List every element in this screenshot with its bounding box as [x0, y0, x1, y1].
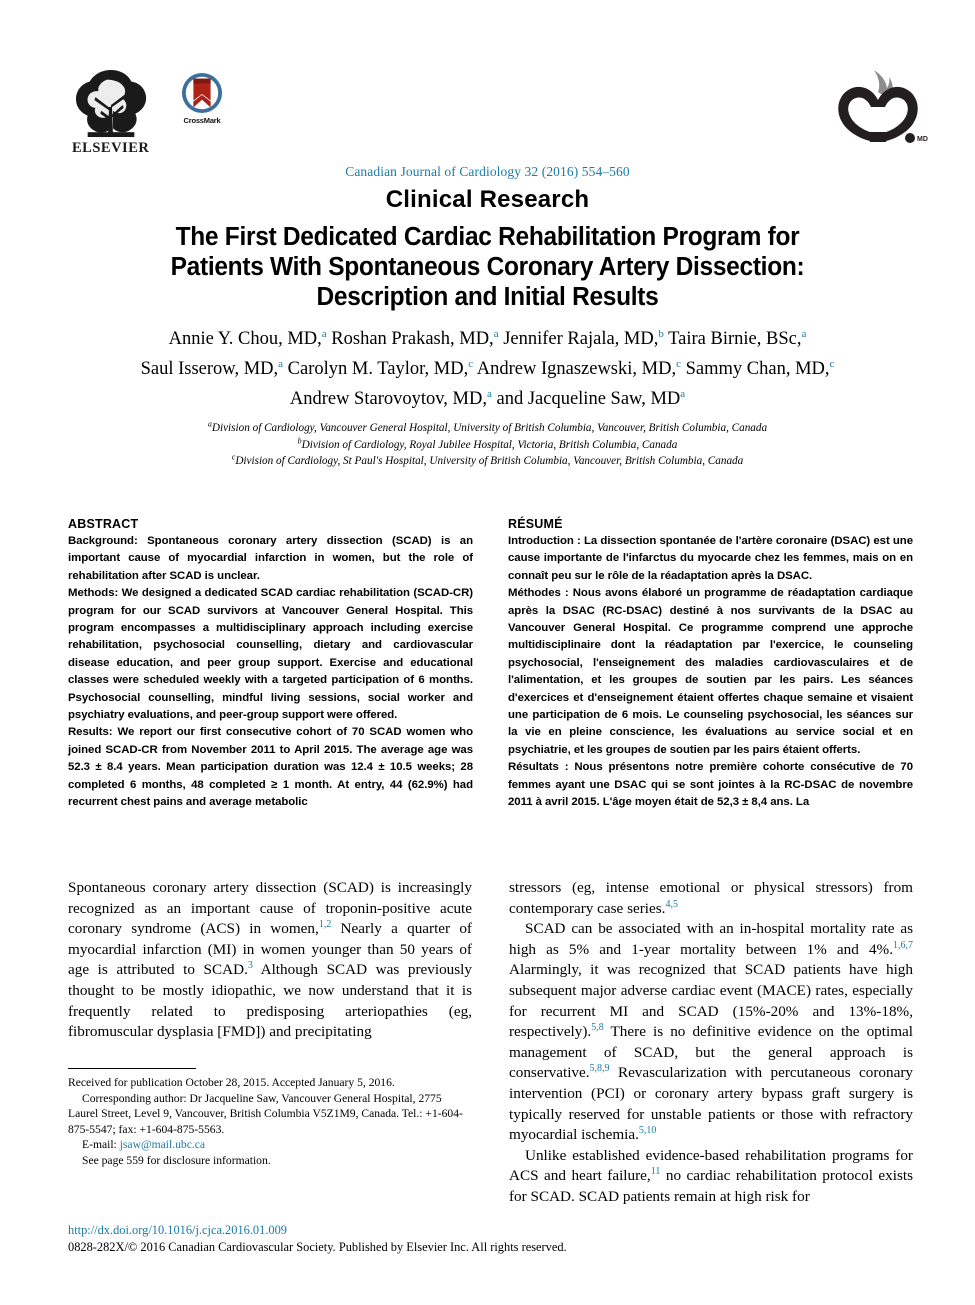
body-text-left: Spontaneous coronary artery dissection (…: [68, 878, 472, 1043]
author-affiliation-marker: a: [801, 327, 807, 340]
citation-ref-5-8[interactable]: 5,8: [591, 1022, 604, 1033]
author-name: Taira Birnie, BSc,: [668, 329, 802, 349]
author-name: and Jacqueline Saw, MD: [496, 389, 681, 409]
author-name: Saul Isserow, MD,: [140, 359, 279, 379]
author-name: Sammy Chan, MD,: [685, 359, 830, 379]
author-affiliation-marker: b: [658, 327, 664, 340]
author-affiliation-marker: a: [278, 357, 284, 370]
body-column-right: stressors (eg, intense emotional or phys…: [509, 878, 913, 1208]
received-dates: Received for publication October 28, 201…: [68, 1076, 395, 1089]
body-column-left: Spontaneous coronary artery dissection (…: [68, 878, 472, 1043]
resume-methods-paragraph: Méthodes : Nous avons élaboré un program…: [508, 585, 913, 759]
abstract-methods-label: Methods:: [68, 587, 119, 600]
affiliation-line: bDivision of Cardiology, Royal Jubilee H…: [90, 436, 885, 454]
abstract-english: ABSTRACT Background: Spontaneous coronar…: [68, 517, 473, 812]
author-affiliation-marker: c: [468, 357, 474, 370]
resume-heading: RÉSUMÉ: [508, 517, 563, 531]
author-affiliation-marker: c: [676, 357, 681, 370]
resume-intro-label: Introduction :: [508, 535, 581, 547]
title-line-3: Description and Initial Results: [316, 283, 659, 311]
affiliation-list: aDivision of Cardiology, Vancouver Gener…: [90, 420, 885, 470]
citation-ref-5-8-9[interactable]: 5,8,9: [590, 1063, 610, 1074]
elsevier-tree-icon: [76, 69, 147, 138]
email-line: E-mail: jsaw@mail.ubc.ca: [68, 1137, 472, 1153]
resume-results-text: Nous présentons notre première cohorte c…: [508, 761, 914, 809]
resume-intro-paragraph: Introduction : La dissection spontanée d…: [508, 533, 913, 585]
svg-text:MD: MD: [917, 136, 928, 143]
citation-ref-1-2[interactable]: 1,2: [319, 919, 332, 930]
disclosure-note: See page 559 for disclosure information.: [82, 1153, 271, 1167]
title-line-2: Patients With Spontaneous Coronary Arter…: [170, 253, 805, 281]
body-paragraph-4: Unlike established evidence-based rehabi…: [509, 1146, 913, 1208]
footnotes-block: Received for publication October 28, 201…: [68, 1068, 472, 1169]
elsevier-logo: ELSEVIER: [72, 68, 158, 164]
affiliation-text: Division of Cardiology, St Paul's Hospit…: [235, 455, 744, 467]
citation-ref-4-5[interactable]: 4,5: [665, 899, 678, 910]
author-name: Carolyn M. Taylor, MD,: [287, 359, 469, 379]
abstract-body: Background: Spontaneous coronary artery …: [68, 533, 473, 812]
page-title: The First Dedicated Cardiac Rehabilitati…: [87, 222, 889, 312]
author-line-2: Saul Isserow, MD,a Carolyn M. Taylor, MD…: [140, 357, 835, 379]
body-paragraph-2: stressors (eg, intense emotional or phys…: [509, 878, 913, 919]
email-label: E-mail:: [82, 1138, 117, 1152]
body-paragraph-1: Spontaneous coronary artery dissection (…: [68, 878, 472, 1043]
body-p3-part-a: SCAD can be associated with an in-hospit…: [509, 920, 913, 958]
page-footer: http://dx.doi.org/10.1016/j.cjca.2016.01…: [68, 1222, 913, 1256]
author-affiliation-marker: a: [486, 387, 492, 400]
copyright-line: 0828-282X/© 2016 Canadian Cardiovascular…: [68, 1240, 567, 1254]
crossmark-logo[interactable]: CrossMark: [172, 72, 232, 125]
author-name: Jennifer Rajala, MD,: [503, 329, 659, 349]
author-affiliation-marker: a: [493, 327, 499, 340]
author-name: Andrew Ignaszewski, MD,: [476, 359, 677, 379]
body-paragraph-3: SCAD can be associated with an in-hospit…: [509, 919, 913, 1146]
abstract-methods-text: We designed a dedicated SCAD cardiac reh…: [68, 587, 473, 722]
resume-methods-label: Méthodes :: [508, 587, 569, 600]
abstract-results-label: Results:: [68, 726, 113, 739]
abstract-results-paragraph: Results: We report our first consecutive…: [68, 724, 473, 811]
author-name: Roshan Prakash, MD,: [331, 329, 494, 349]
resume-results-label: Résultats :: [508, 761, 569, 774]
footnote-text: Received for publication October 28, 201…: [68, 1075, 472, 1169]
abstract-results-text: We report our first consecutive cohort o…: [68, 726, 473, 809]
elsevier-wordmark: ELSEVIER: [72, 140, 150, 156]
resume-results-paragraph: Résultats : Nous présentons notre premiè…: [508, 759, 913, 811]
journal-citation-line[interactable]: Canadian Journal of Cardiology 32 (2016)…: [0, 164, 975, 180]
affiliation-line: aDivision of Cardiology, Vancouver Gener…: [90, 420, 885, 437]
abstract-background-paragraph: Background: Spontaneous coronary artery …: [68, 533, 473, 585]
author-name: Annie Y. Chou, MD,: [168, 329, 322, 349]
resume-body: Introduction : La dissection spontanée d…: [508, 533, 913, 812]
author-affiliation-marker: a: [321, 327, 327, 340]
author-affiliation-marker: c: [829, 357, 835, 370]
affiliation-line: cDivision of Cardiology, St Paul's Hospi…: [90, 453, 885, 470]
resume-methods-text: Nous avons élaboré un programme de réada…: [508, 587, 913, 756]
author-line-3: Andrew Starovoytov, MD,a and Jacqueline …: [289, 387, 686, 409]
footnote-divider: [68, 1068, 196, 1069]
email-link[interactable]: jsaw@mail.ubc.ca: [120, 1138, 205, 1151]
author-name: Andrew Starovoytov, MD,: [289, 389, 487, 409]
author-affiliation-marker: a: [680, 387, 686, 400]
crossmark-badge-icon: [181, 72, 223, 114]
body-text-right: stressors (eg, intense emotional or phys…: [509, 878, 913, 1208]
masthead: ELSEVIER CrossMark MD: [0, 0, 975, 160]
abstract-background-label: Background:: [68, 535, 138, 547]
affiliation-text: Division of Cardiology, Vancouver Genera…: [211, 422, 768, 434]
author-line-1: Annie Y. Chou, MD,a Roshan Prakash, MD,a…: [168, 327, 807, 349]
journal-article-page: ELSEVIER CrossMark MD Canadian Journal o…: [0, 0, 975, 1305]
citation-ref-11[interactable]: 11: [651, 1166, 661, 1177]
body-p2-part-a: stressors (eg, intense emotional or phys…: [509, 879, 913, 917]
abstract-methods-paragraph: Methods: We designed a dedicated SCAD ca…: [68, 585, 473, 724]
ccs-heart-flame-logo-icon: MD: [838, 70, 928, 143]
corresponding-author: Corresponding author: Dr Jacqueline Saw,…: [68, 1091, 463, 1136]
doi-link[interactable]: http://dx.doi.org/10.1016/j.cjca.2016.01…: [68, 1222, 913, 1239]
citation-ref-1-6-7[interactable]: 1,6,7: [893, 940, 913, 951]
citation-ref-5-10[interactable]: 5,10: [639, 1125, 657, 1136]
abstract-heading: ABSTRACT: [68, 517, 139, 531]
section-heading: Clinical Research: [385, 186, 590, 213]
affiliation-text: Division of Cardiology, Royal Jubilee Ho…: [301, 438, 678, 451]
crossmark-label: CrossMark: [183, 116, 221, 125]
abstract-french: RÉSUMÉ Introduction : La dissection spon…: [508, 517, 913, 812]
author-list: Annie Y. Chou, MD,a Roshan Prakash, MD,a…: [60, 324, 915, 414]
title-line-1: The First Dedicated Cardiac Rehabilitati…: [175, 223, 800, 251]
